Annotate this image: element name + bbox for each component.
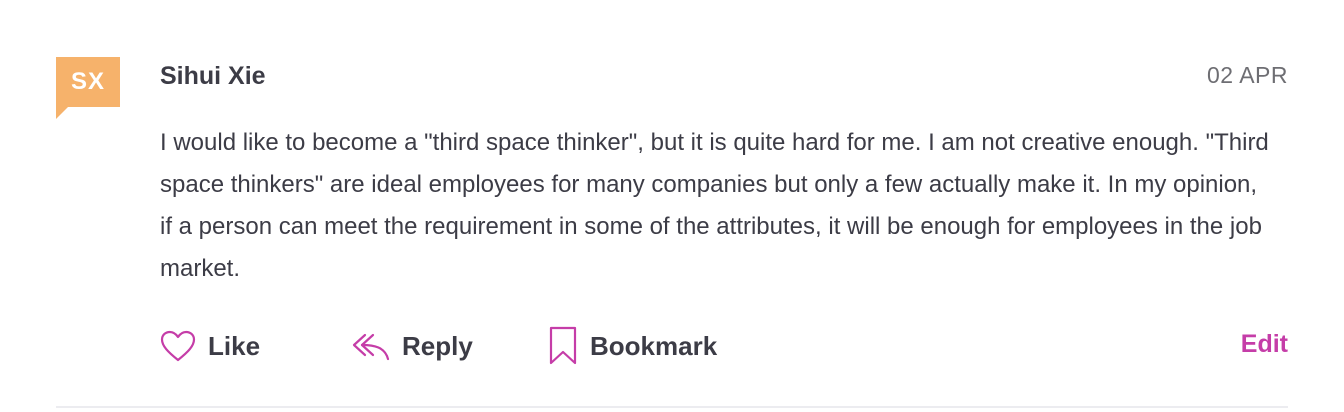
bookmark-label: Bookmark (590, 330, 718, 361)
avatar-initials: SX (70, 68, 105, 95)
reply-label: Reply (402, 330, 473, 361)
avatar: SX (56, 57, 120, 119)
comment-actions: Like Reply Bookmark (160, 326, 748, 366)
heart-icon (160, 330, 196, 362)
comment-author[interactable]: Sihui Xie (160, 62, 266, 91)
edit-button[interactable]: Edit (1241, 330, 1288, 359)
like-button[interactable]: Like (160, 330, 352, 362)
bookmark-button[interactable]: Bookmark (548, 326, 748, 366)
divider (56, 406, 1288, 408)
comment-text: I would like to become a "third space th… (160, 129, 1269, 282)
bookmark-icon (548, 326, 578, 366)
like-label: Like (208, 330, 261, 361)
reply-icon (352, 330, 390, 362)
comment-card: SX Sihui Xie 02 APR I would like to beco… (0, 0, 1344, 412)
reply-button[interactable]: Reply (352, 330, 548, 362)
comment-date: 02 APR (1207, 62, 1288, 88)
